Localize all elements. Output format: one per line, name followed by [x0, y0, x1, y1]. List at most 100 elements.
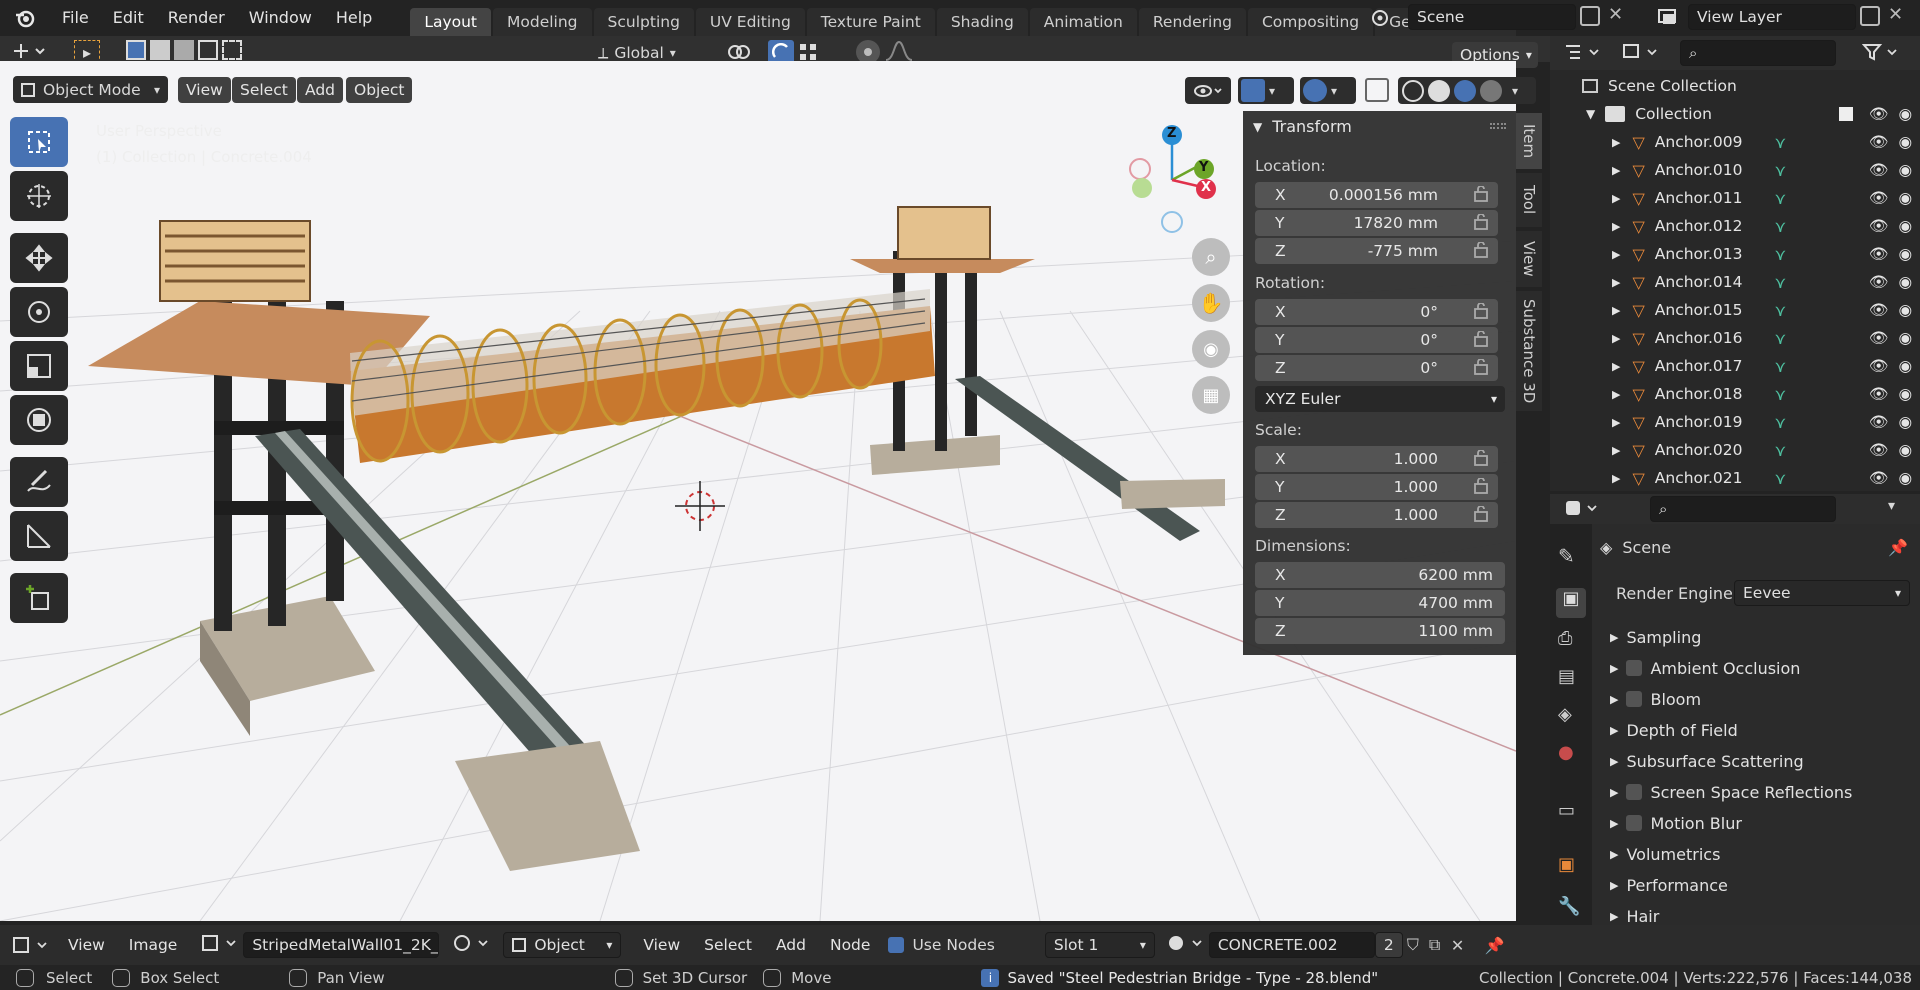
outliner-item[interactable]: ▶ ▽ Anchor.019 ⋎ 👁 ◉	[1550, 408, 1920, 436]
rendered-shading-icon[interactable]	[1480, 79, 1502, 102]
camera-icon[interactable]: ◉	[1192, 330, 1230, 368]
scale-y-field[interactable]: Y 1.000	[1255, 474, 1498, 500]
checkbox-icon[interactable]	[1626, 784, 1643, 800]
drag-handle-icon[interactable]	[1490, 123, 1506, 129]
side-tab-tool[interactable]: Tool	[1516, 173, 1542, 227]
transform-tool[interactable]	[10, 395, 68, 445]
properties-search-input[interactable]: ⌕	[1650, 496, 1836, 522]
cursor-tool[interactable]	[10, 171, 68, 221]
chevron-down-icon[interactable]: ▾	[1512, 84, 1518, 98]
camera-render-icon[interactable]: ◉	[1898, 217, 1912, 235]
delete-scene-icon[interactable]: ✕	[1608, 4, 1630, 28]
camera-render-icon[interactable]: ◉	[1898, 301, 1912, 319]
panel-subsurface-scattering[interactable]: ▶ Subsurface Scattering	[1610, 746, 1915, 776]
menu-render[interactable]: Render	[156, 0, 237, 36]
material-slot-dropdown[interactable]: Slot 1 ▾	[1044, 932, 1155, 958]
eye-icon[interactable]: 👁	[1869, 385, 1889, 403]
new-view-layer-icon[interactable]	[1860, 6, 1880, 26]
viewport-menu-view[interactable]: View	[178, 77, 231, 103]
lock-icon[interactable]	[1474, 241, 1492, 262]
scene-selector-icon[interactable]	[1366, 4, 1396, 32]
outliner-search-input[interactable]: ⌕	[1680, 40, 1836, 66]
node-menu-view[interactable]: View	[631, 927, 692, 963]
image-name-field[interactable]: StripedMetalWall01_2K_N	[243, 932, 440, 958]
material-shading-icon[interactable]	[1454, 79, 1476, 102]
wireframe-shading-icon[interactable]	[1402, 79, 1424, 102]
camera-render-icon[interactable]: ◉	[1898, 441, 1912, 459]
eye-icon[interactable]: 👁	[1869, 133, 1889, 151]
tab-modeling[interactable]: Modeling	[493, 8, 592, 36]
delete-view-layer-icon[interactable]: ✕	[1888, 4, 1910, 28]
camera-render-icon[interactable]: ◉	[1898, 329, 1912, 347]
view-layer-field[interactable]: View Layer	[1688, 4, 1856, 30]
transform-header[interactable]: ▼ Transform	[1253, 117, 1352, 136]
camera-render-icon[interactable]: ◉	[1898, 385, 1912, 403]
new-scene-icon[interactable]	[1580, 6, 1600, 26]
object-mode-dropdown[interactable]: Object Mode ▾	[13, 76, 168, 103]
rotation-mode-dropdown[interactable]: XYZ Euler ▾	[1255, 386, 1505, 412]
xray-toggle-icon[interactable]	[1365, 78, 1389, 102]
eye-icon[interactable]: 👁	[1869, 441, 1889, 459]
location-x-field[interactable]: X 0.000156 mm	[1255, 182, 1498, 208]
material-browse-icon[interactable]	[1167, 933, 1209, 957]
tab-texture-paint[interactable]: Texture Paint	[806, 8, 935, 36]
outliner-item[interactable]: ▶ ▽ Anchor.016 ⋎ 👁 ◉	[1550, 324, 1920, 352]
ortho-grid-icon[interactable]: ▦	[1192, 376, 1230, 414]
scene-name-field[interactable]: Scene	[1408, 4, 1576, 30]
move-tool[interactable]	[10, 233, 68, 283]
camera-render-icon[interactable]: ◉	[1898, 133, 1912, 151]
pin-icon[interactable]: 📌	[1485, 936, 1507, 955]
camera-render-icon[interactable]: ◉	[1898, 357, 1912, 375]
tab-sculpting[interactable]: Sculpting	[593, 8, 694, 36]
annotate-tool[interactable]	[10, 457, 68, 507]
filter-icon[interactable]	[1861, 42, 1906, 64]
collection-tab-icon[interactable]: ▭	[1558, 800, 1575, 821]
expand-arrow-icon[interactable]: ▶	[1612, 304, 1620, 317]
viewport-menu-object[interactable]: Object	[346, 77, 413, 103]
outliner-item[interactable]: ▶ ▽ Anchor.012 ⋎ 👁 ◉	[1550, 212, 1920, 240]
editor-type-icon[interactable]	[12, 40, 58, 62]
lock-icon[interactable]	[1474, 213, 1492, 234]
unlink-material-icon[interactable]: ✕	[1451, 936, 1473, 955]
object-tab-icon[interactable]: ▣	[1558, 854, 1575, 875]
menu-file[interactable]: File	[50, 0, 101, 36]
select-box-tool[interactable]	[10, 117, 68, 167]
panel-screen-space-reflections[interactable]: ▶ Screen Space Reflections	[1610, 777, 1915, 807]
panel-depth-of-field[interactable]: ▶ Depth of Field	[1610, 715, 1915, 745]
tab-layout[interactable]: Layout	[410, 8, 492, 36]
eye-icon[interactable]: 👁	[1869, 329, 1889, 347]
lock-icon[interactable]	[1474, 358, 1492, 379]
outliner-item[interactable]: ▶ ▽ Anchor.011 ⋎ 👁 ◉	[1550, 184, 1920, 212]
expand-arrow-icon[interactable]: ▶	[1612, 276, 1620, 289]
scale-x-field[interactable]: X 1.000	[1255, 446, 1498, 472]
panel-motion-blur[interactable]: ▶ Motion Blur	[1610, 808, 1915, 838]
eye-icon[interactable]: 👁	[1869, 217, 1889, 235]
lock-icon[interactable]	[1474, 449, 1492, 470]
material-users-count[interactable]: 2	[1374, 932, 1403, 958]
eye-icon[interactable]: 👁	[1869, 105, 1889, 123]
modifier-wrench-icon[interactable]: 🔧	[1558, 896, 1580, 917]
lock-icon[interactable]	[1474, 477, 1492, 498]
outliner-item[interactable]: ▶ ▽ Anchor.021 ⋎ 👁 ◉	[1550, 464, 1920, 492]
expand-arrow-icon[interactable]: ▶	[1612, 136, 1620, 149]
solid-shading-icon[interactable]	[1428, 79, 1450, 102]
render-engine-dropdown[interactable]: Eevee ▾	[1734, 580, 1910, 606]
outliner-item[interactable]: ▶ ▽ Anchor.010 ⋎ 👁 ◉	[1550, 156, 1920, 184]
camera-render-icon[interactable]: ◉	[1898, 161, 1912, 179]
render-tab-icon[interactable]: ▣	[1556, 588, 1586, 618]
tab-animation[interactable]: Animation	[1029, 8, 1137, 36]
camera-render-icon[interactable]: ◉	[1898, 413, 1912, 431]
mode-intersect-icon[interactable]	[222, 40, 242, 60]
eye-icon[interactable]: 👁	[1869, 245, 1889, 263]
outliner-item[interactable]: ▶ ▽ Anchor.020 ⋎ 👁 ◉	[1550, 436, 1920, 464]
collection-row[interactable]: ▼ Collection 👁 ◉	[1550, 100, 1920, 128]
view-layer-tab-icon[interactable]: ▤	[1558, 666, 1575, 687]
checkbox-icon[interactable]	[1626, 691, 1643, 707]
menu-help[interactable]: Help	[324, 0, 384, 36]
camera-render-icon[interactable]: ◉	[1898, 469, 1912, 487]
shader-type-icon[interactable]	[453, 933, 497, 957]
lock-icon[interactable]	[1474, 330, 1492, 351]
image-editor-type-icon[interactable]	[12, 935, 56, 955]
viewport-menu-add[interactable]: Add	[297, 77, 344, 103]
pin-icon[interactable]: 📌	[1888, 538, 1908, 557]
